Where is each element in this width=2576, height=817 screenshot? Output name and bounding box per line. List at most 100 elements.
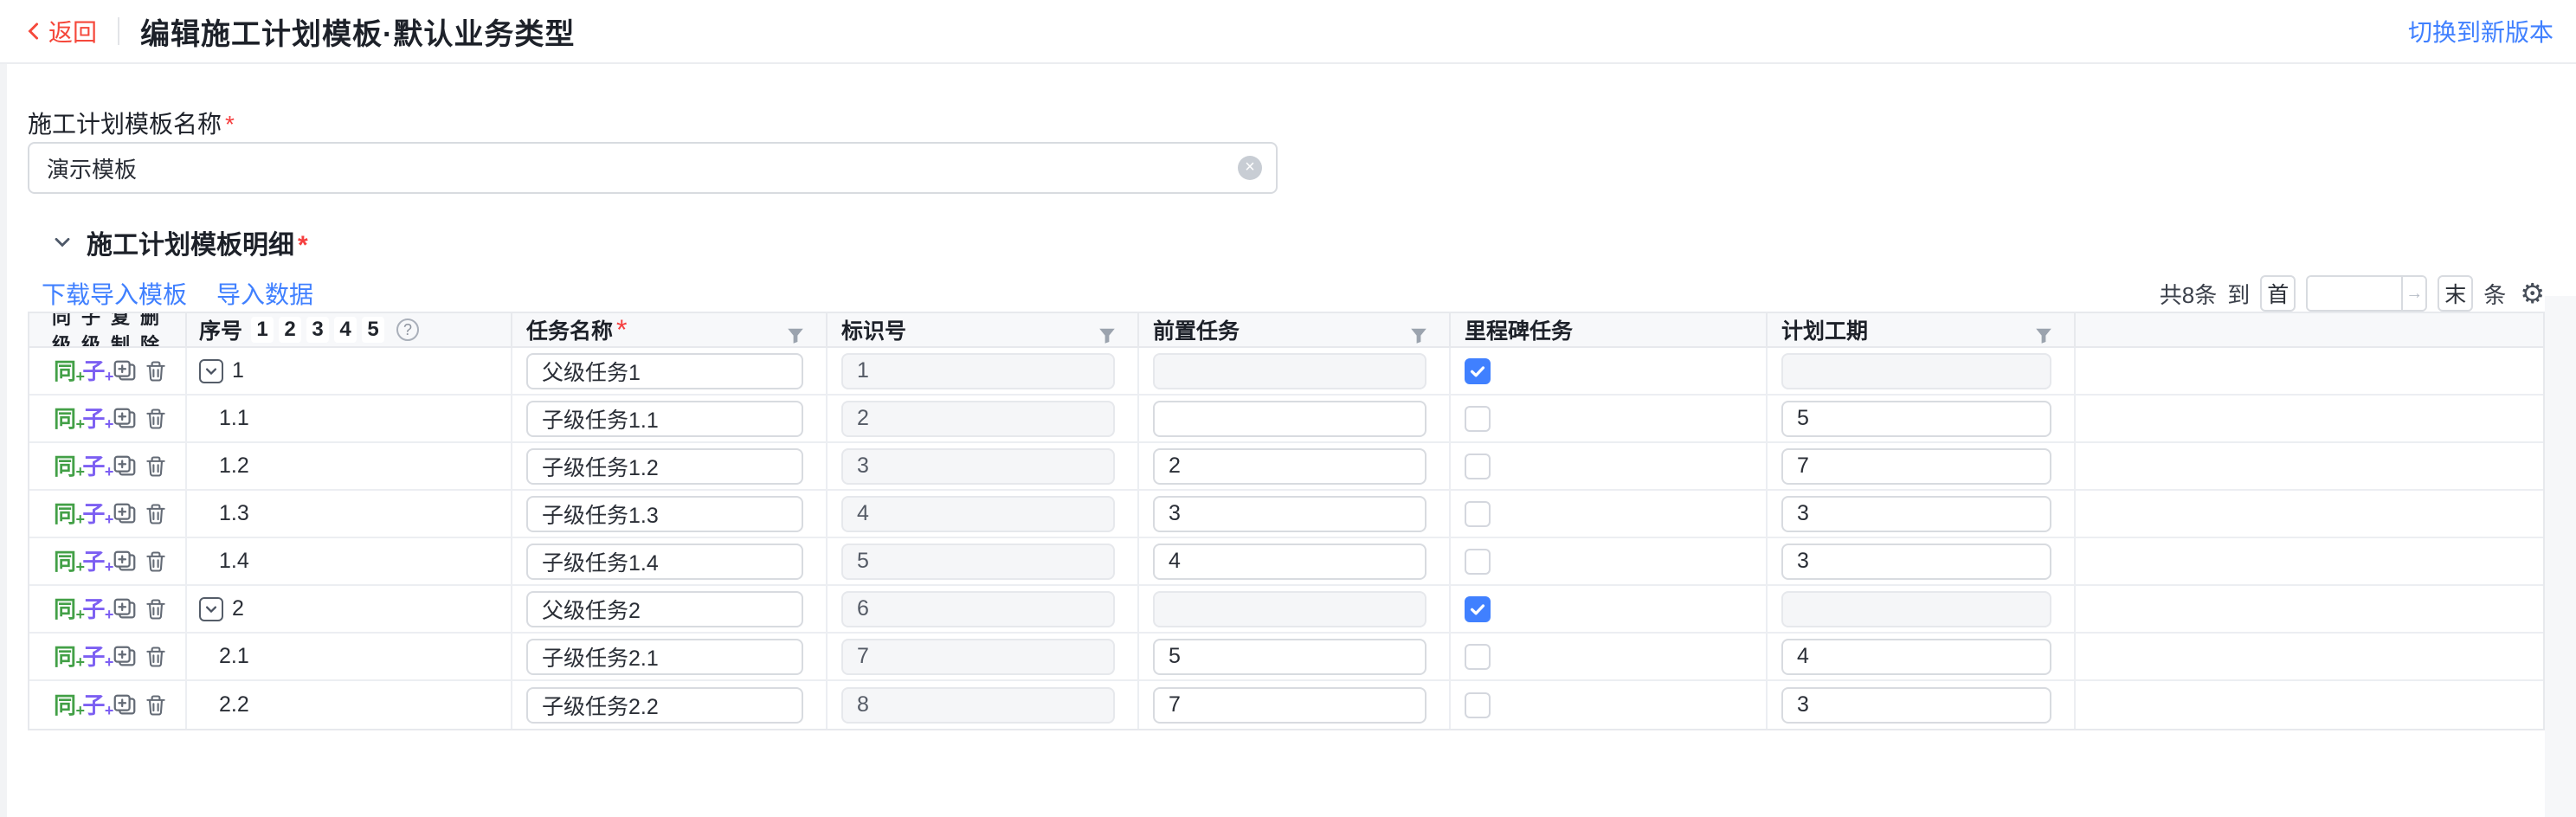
copy-row-button[interactable] (112, 406, 138, 432)
child-char: 子 (82, 358, 105, 384)
filter-icon[interactable] (1098, 320, 1117, 346)
predecessor-input[interactable] (1153, 448, 1426, 485)
milestone-checkbox-unchecked[interactable] (1465, 549, 1491, 575)
add-child-button[interactable]: 子+ (82, 360, 105, 383)
help-icon[interactable]: ? (396, 318, 419, 341)
copy-row-button[interactable] (112, 692, 138, 718)
goto-arrow-button[interactable]: → (2401, 277, 2425, 310)
duration-input[interactable] (1781, 401, 2051, 437)
add-child-button[interactable]: 子+ (82, 646, 105, 668)
collapse-toggle-icon[interactable] (199, 597, 223, 621)
chevron-down-icon[interactable] (52, 232, 73, 253)
task-name-input[interactable] (526, 353, 803, 389)
collapse-toggle-icon[interactable] (199, 359, 223, 383)
switch-version-link[interactable]: 切换到新版本 (2408, 14, 2553, 48)
copy-row-button[interactable] (112, 454, 138, 479)
copy-row-button[interactable] (112, 501, 138, 527)
duration-input[interactable] (1781, 448, 2051, 485)
copy-row-button[interactable] (112, 644, 138, 670)
task-name-input[interactable] (526, 591, 803, 627)
copy-row-button[interactable] (112, 358, 138, 384)
empty-cell (2076, 348, 2543, 394)
seq-header-label: 序号 (199, 314, 242, 345)
add-child-button[interactable]: 子+ (82, 455, 105, 478)
table-body: 同+子+1同+子+1.1同+子+1.2同+子+1.3同+子+1.4同+子+2同+… (29, 348, 2543, 729)
duration-input[interactable] (1781, 639, 2051, 675)
empty-cell (2076, 491, 2543, 537)
duration-input[interactable] (1781, 496, 2051, 532)
delete-row-button[interactable] (144, 406, 168, 432)
task-name-input[interactable] (526, 448, 803, 485)
add-sibling-button[interactable]: 同+ (54, 646, 76, 668)
milestone-checkbox-unchecked[interactable] (1465, 501, 1491, 527)
download-import-template-link[interactable]: 下载导入模板 (42, 276, 187, 311)
seq-cell: 1.3 (187, 491, 512, 537)
back-button[interactable]: 返回 (26, 14, 97, 48)
add-sibling-button[interactable]: 同+ (54, 694, 76, 717)
filter-icon[interactable] (786, 320, 805, 346)
task-name-input[interactable] (526, 401, 803, 437)
trash-icon (144, 501, 168, 527)
milestone-checkbox-unchecked[interactable] (1465, 406, 1491, 432)
task-name-input[interactable] (526, 639, 803, 675)
milestone-checkbox-checked[interactable] (1465, 596, 1491, 622)
gear-icon[interactable]: ⚙ (2520, 280, 2545, 307)
pager-last-button[interactable]: 末 (2438, 275, 2473, 312)
duration-input[interactable] (1781, 544, 2051, 580)
add-child-button[interactable]: 子+ (82, 408, 105, 430)
pager-goto-input[interactable] (2308, 277, 2401, 310)
delete-row-button[interactable] (144, 501, 168, 527)
milestone-checkbox-unchecked[interactable] (1465, 644, 1491, 670)
add-sibling-button[interactable]: 同+ (54, 408, 76, 430)
add-sibling-button[interactable]: 同+ (54, 598, 76, 621)
add-sibling-icon: 同+ (54, 550, 76, 573)
predecessor-input[interactable] (1153, 401, 1426, 437)
task-name-cell (512, 586, 828, 632)
add-sibling-button[interactable]: 同+ (54, 503, 76, 525)
delete-row-button[interactable] (144, 596, 168, 622)
predecessor-input[interactable] (1153, 496, 1426, 532)
delete-row-button[interactable] (144, 454, 168, 479)
predecessor-input[interactable] (1153, 544, 1426, 580)
clear-input-icon[interactable]: × (1238, 156, 1262, 180)
arrow-right-icon: → (2405, 284, 2423, 304)
milestone-checkbox-unchecked[interactable] (1465, 454, 1491, 479)
filter-icon[interactable] (1409, 320, 1428, 346)
milestone-cell (1451, 634, 1768, 679)
task-name-input[interactable] (526, 544, 803, 580)
delete-row-button[interactable] (144, 692, 168, 718)
delete-row-button[interactable] (144, 549, 168, 575)
level-1-button[interactable]: 1 (251, 317, 274, 343)
delete-row-button[interactable] (144, 644, 168, 670)
import-data-link[interactable]: 导入数据 (216, 276, 313, 311)
add-child-button[interactable]: 子+ (82, 694, 105, 717)
add-child-button[interactable]: 子+ (82, 550, 105, 573)
header-milestone: 里程碑任务 (1451, 313, 1768, 346)
level-4-button[interactable]: 4 (334, 317, 357, 343)
add-sibling-button[interactable]: 同+ (54, 550, 76, 573)
duration-input[interactable] (1781, 687, 2051, 724)
milestone-checkbox-checked[interactable] (1465, 358, 1491, 384)
copy-row-button[interactable] (112, 549, 138, 575)
filter-icon[interactable] (2034, 320, 2053, 346)
task-name-input[interactable] (526, 687, 803, 724)
predecessor-input[interactable] (1153, 687, 1426, 724)
delete-row-button[interactable] (144, 358, 168, 384)
task-name-input[interactable] (526, 496, 803, 532)
level-3-button[interactable]: 3 (306, 317, 329, 343)
add-child-button[interactable]: 子+ (82, 598, 105, 621)
milestone-checkbox-unchecked[interactable] (1465, 692, 1491, 718)
pager-first-button[interactable]: 首 (2260, 275, 2296, 312)
copy-row-button[interactable] (112, 596, 138, 622)
seq-number: 1.1 (219, 406, 249, 431)
template-name-input[interactable] (28, 142, 1278, 194)
predecessor-cell (1139, 491, 1451, 537)
predecessor-input[interactable] (1153, 639, 1426, 675)
add-sibling-button[interactable]: 同+ (54, 455, 76, 478)
level-2-button[interactable]: 2 (279, 317, 301, 343)
add-child-icon: 子+ (82, 455, 105, 478)
add-sibling-button[interactable]: 同+ (54, 360, 76, 383)
duration-cell (1768, 586, 2076, 632)
level-5-button[interactable]: 5 (362, 317, 384, 343)
add-child-button[interactable]: 子+ (82, 503, 105, 525)
